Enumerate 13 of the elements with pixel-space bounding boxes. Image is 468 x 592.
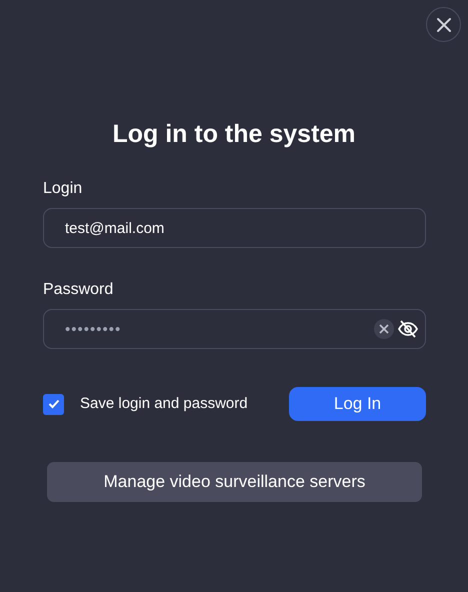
password-field[interactable]: •••••••••	[43, 309, 426, 349]
checkbox-label: Save login and password	[80, 394, 248, 414]
manage-servers-button[interactable]: Manage video surveillance servers	[47, 462, 422, 502]
checkbox[interactable]	[43, 394, 64, 414]
login-field[interactable]: test@mail.com	[43, 208, 426, 248]
field-label: Login	[43, 179, 84, 199]
close-icon[interactable]	[436, 16, 452, 32]
dialog-title: Log in to the system	[111, 119, 357, 149]
close-button[interactable]	[426, 7, 461, 42]
login-button[interactable]: Log In	[289, 387, 426, 421]
field-label: Password	[43, 280, 114, 300]
check-icon[interactable]	[48, 399, 60, 409]
eye-slash-icon[interactable]	[398, 320, 418, 338]
